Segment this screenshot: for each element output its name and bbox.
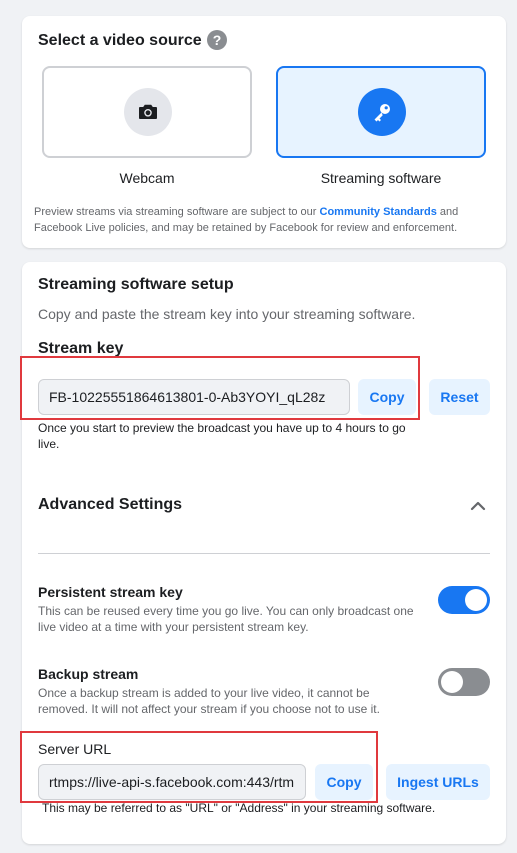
backup-stream-label: Backup stream [38, 666, 139, 682]
server-url-input[interactable] [38, 764, 306, 800]
help-icon[interactable]: ? [207, 30, 227, 50]
server-url-note: This may be referred to as "URL" or "Add… [42, 801, 436, 815]
policy-notice-text-start: Preview streams via streaming software a… [34, 206, 320, 218]
community-standards-link[interactable]: Community Standards [320, 206, 437, 218]
backup-stream-description: Once a backup stream is added to your li… [38, 686, 380, 716]
video-source-title: Select a video source [38, 32, 202, 49]
source-policy-notice: Preview streams via streaming software a… [34, 204, 496, 236]
stream-key-reset-button[interactable]: Reset [429, 379, 490, 415]
streaming-setup-title: Streaming software setup [38, 276, 234, 293]
streaming-setup-card: Streaming software setup Copy and paste … [20, 262, 506, 844]
server-url-label: Server URL [38, 741, 112, 757]
video-source-card: Select a video source ? Webcam Streaming… [22, 16, 506, 248]
advanced-settings-divider [38, 553, 490, 554]
persistent-stream-key-toggle[interactable] [438, 586, 490, 614]
toggle-knob [465, 589, 487, 611]
camera-icon-circle [124, 88, 172, 136]
source-option-webcam[interactable] [42, 66, 252, 158]
ingest-urls-button[interactable]: Ingest URLs [386, 764, 490, 800]
key-icon [374, 104, 390, 122]
stream-key-note: Once you start to preview the broadcast … [38, 421, 406, 451]
source-option-streaming-software-label: Streaming software [320, 170, 442, 186]
advanced-settings-title: Advanced Settings [38, 496, 183, 513]
chevron-up-icon[interactable] [466, 494, 490, 518]
server-url-copy-button[interactable]: Copy [315, 764, 373, 800]
stream-key-input[interactable] [38, 379, 350, 415]
persistent-stream-key-description: This can be reused every time you go liv… [38, 604, 414, 634]
camera-icon [139, 104, 157, 119]
toggle-knob [441, 671, 463, 693]
persistent-stream-key-label: Persistent stream key [38, 584, 183, 600]
backup-stream-toggle[interactable] [438, 668, 490, 696]
stream-key-label: Stream key [38, 340, 124, 357]
key-icon-circle [358, 88, 406, 136]
source-option-webcam-label: Webcam [119, 170, 175, 186]
streaming-setup-description: Copy and paste the stream key into your … [38, 306, 416, 322]
source-option-streaming-software[interactable] [276, 66, 486, 158]
stream-key-copy-button[interactable]: Copy [358, 379, 416, 415]
